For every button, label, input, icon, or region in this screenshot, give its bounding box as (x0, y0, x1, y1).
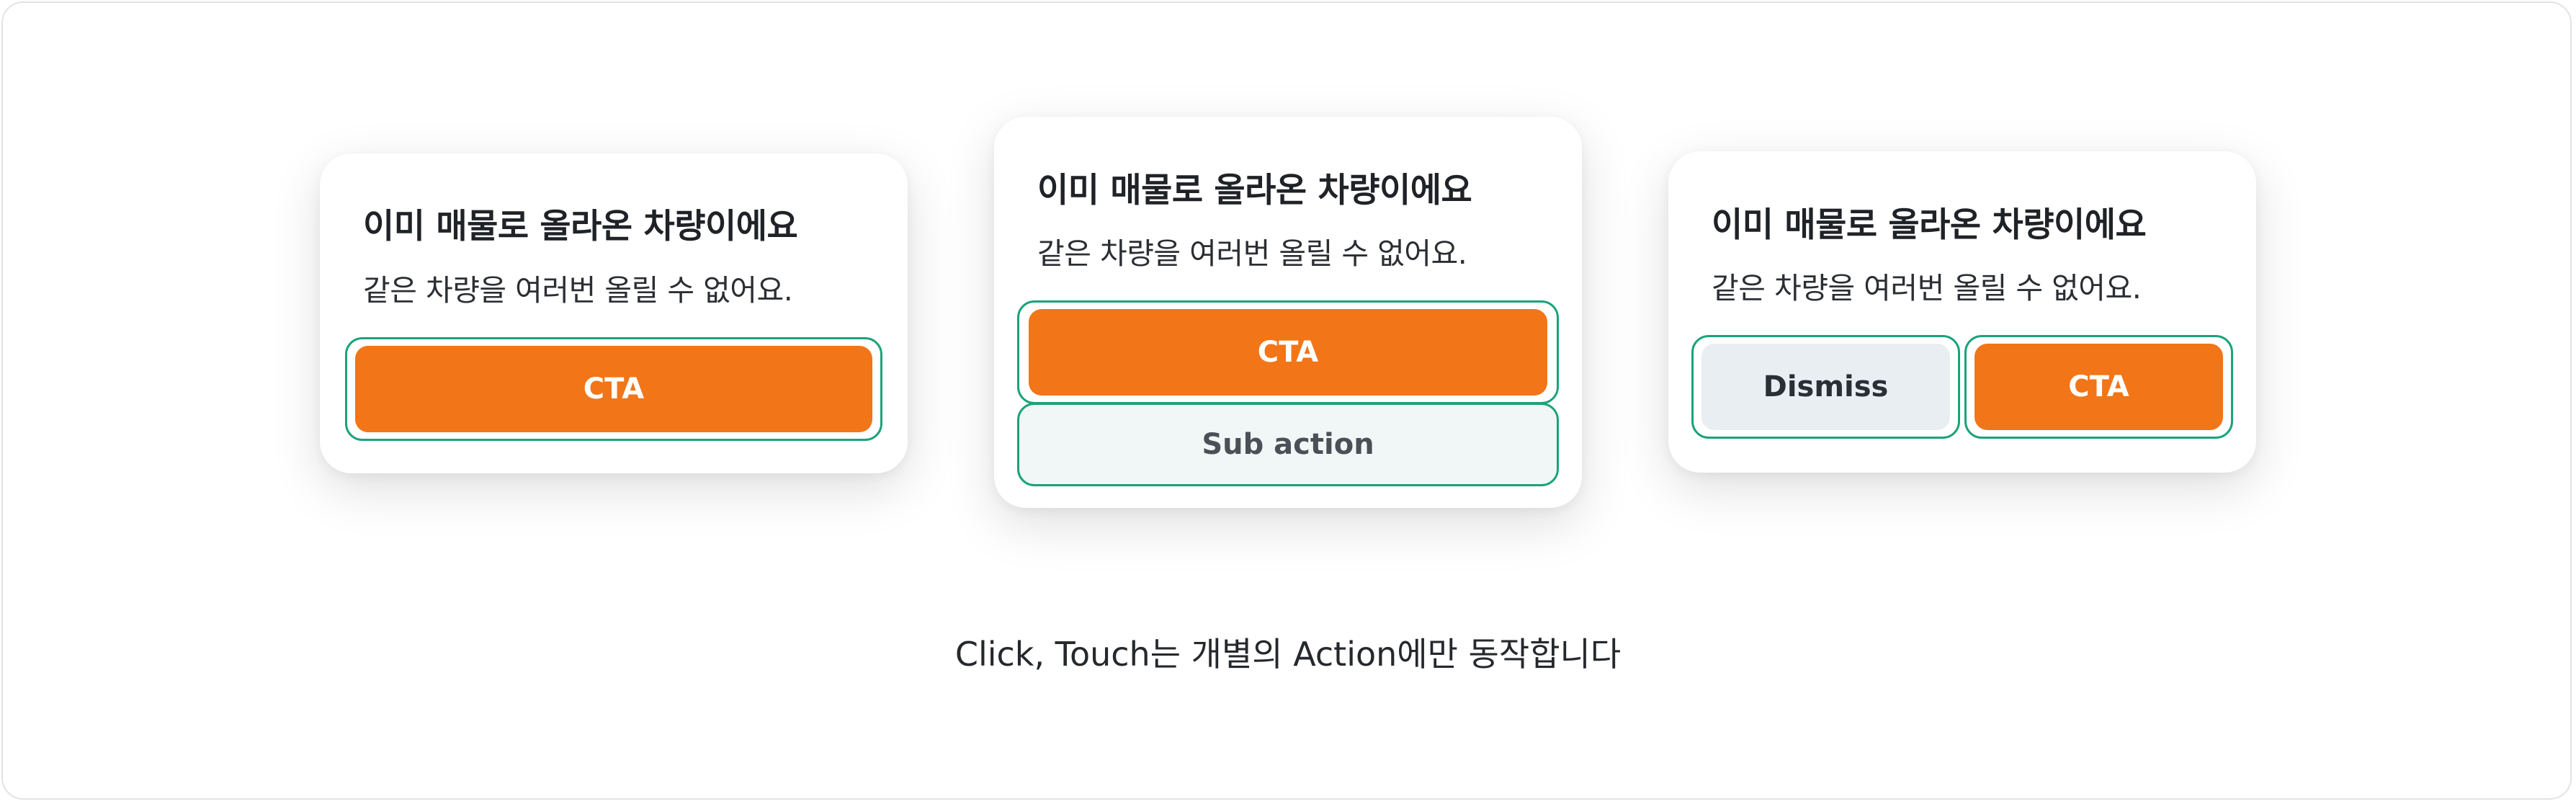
dialog-subtitle: 같은 차량을 여러번 올릴 수 없어요. (1712, 271, 2142, 305)
sub-action-button[interactable]: Sub action (1017, 403, 1559, 486)
cta-button[interactable]: CTA (1029, 309, 1547, 396)
cta-button[interactable]: CTA (1975, 344, 2223, 430)
dialog-title: 이미 매물로 올라온 차량이에요 (363, 207, 798, 246)
dialog-title: 이미 매물로 올라온 차량이에요 (1712, 205, 2147, 245)
dismiss-button[interactable]: Dismiss (1701, 344, 1950, 430)
dialog-card-dismiss-cta: 이미 매물로 올라온 차량이에요 같은 차량을 여러번 올릴 수 없어요. Di… (1668, 151, 2256, 473)
dialog-subtitle: 같은 차량을 여러번 올릴 수 없어요. (1037, 236, 1467, 271)
dialog-card-cta-subaction: 이미 매물로 올라온 차량이에요 같은 차량을 여러번 올릴 수 없어요. CT… (994, 117, 1582, 508)
caption: Click, Touch는 개별의 Action에만 동작합니다 (954, 635, 1622, 674)
dialog-subtitle: 같은 차량을 여러번 올릴 수 없어요. (363, 273, 793, 308)
cta-button[interactable]: CTA (355, 346, 872, 432)
dialog-title: 이미 매물로 올라온 차량이에요 (1037, 171, 1472, 210)
dialog-card-single-cta: 이미 매물로 올라온 차량이에요 같은 차량을 여러번 올릴 수 없어요. CT… (320, 153, 908, 473)
